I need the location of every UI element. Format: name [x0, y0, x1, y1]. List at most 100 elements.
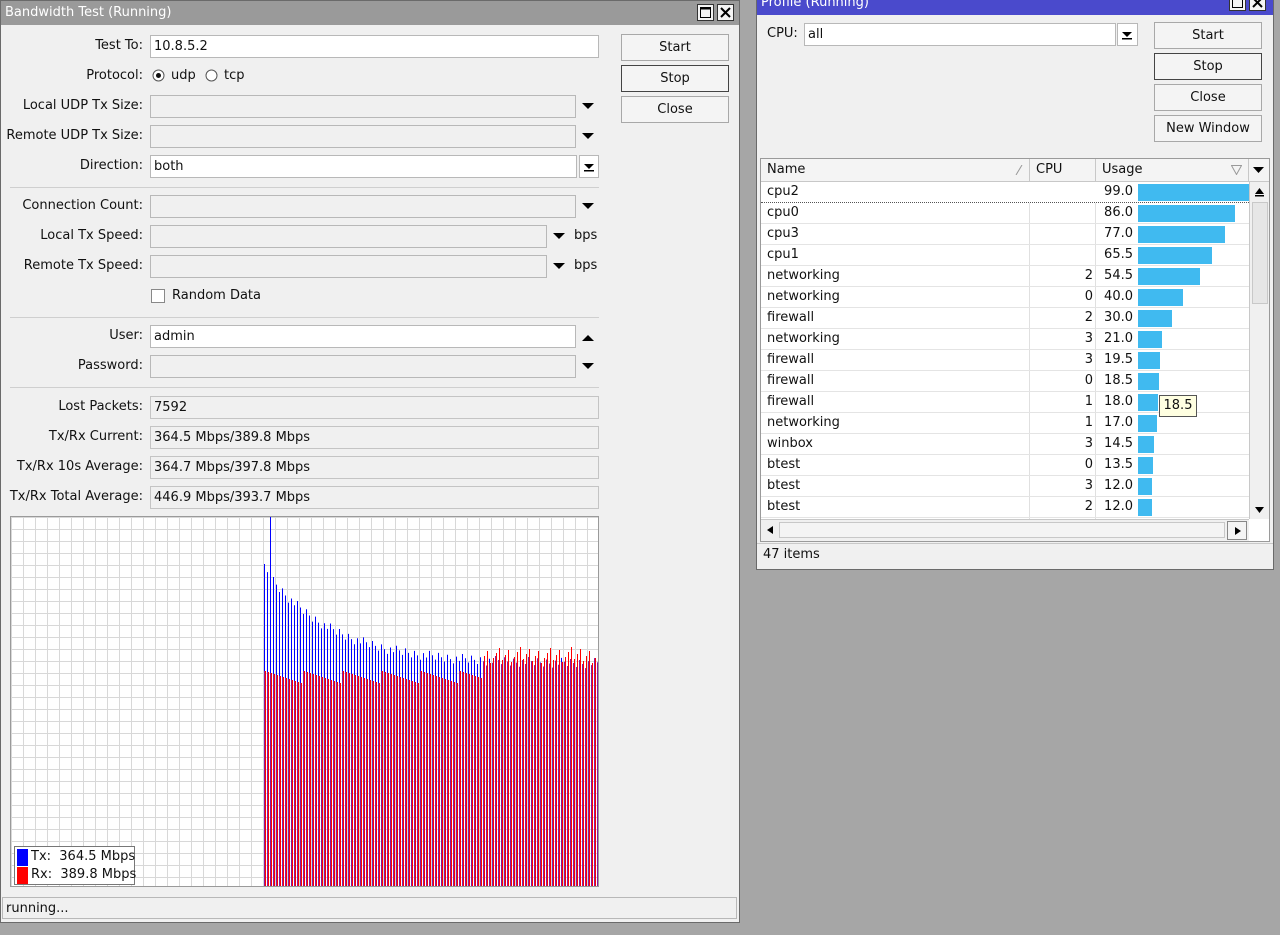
- protocol-udp-label[interactable]: udp: [171, 68, 196, 83]
- profile-start-button[interactable]: Start: [1154, 22, 1262, 49]
- row-name: cpu0: [767, 205, 799, 220]
- direction-dropdown-button[interactable]: [579, 155, 599, 178]
- usage-bar: [1138, 331, 1162, 348]
- table-row[interactable]: btest 3 12.0: [761, 476, 1249, 497]
- user-label: User:: [109, 328, 143, 343]
- row-name: networking: [767, 331, 840, 346]
- scrollbar-thumb[interactable]: [1252, 202, 1268, 304]
- protocol-udp-radio[interactable]: [152, 69, 165, 86]
- row-usage: 65.5: [1104, 247, 1133, 262]
- password-label: Password:: [77, 358, 143, 373]
- row-cpu: 3: [1084, 331, 1093, 346]
- cpu-filter-label: CPU:: [767, 26, 798, 41]
- table-row[interactable]: firewall 0 18.5: [761, 371, 1249, 392]
- column-header-name[interactable]: Name: [761, 159, 1030, 182]
- direction-select[interactable]: both: [150, 155, 577, 178]
- table-row[interactable]: firewall 2 30.0: [761, 308, 1249, 329]
- table-row[interactable]: cpu1 65.5: [761, 245, 1249, 266]
- table-row[interactable]: btest 0 13.5: [761, 455, 1249, 476]
- profile-stop-button[interactable]: Stop: [1154, 53, 1262, 80]
- scroll-right-icon: [1235, 527, 1241, 535]
- row-cpu: 1: [1084, 415, 1093, 430]
- scroll-left-icon[interactable]: [765, 525, 775, 535]
- cpu-filter-select[interactable]: all: [804, 23, 1116, 46]
- bandwidth-title-bar[interactable]: Bandwidth Test (Running): [1, 1, 739, 25]
- remote-udp-tx-size-label: Remote UDP Tx Size:: [6, 128, 143, 143]
- new-window-button[interactable]: New Window: [1154, 115, 1262, 142]
- table-row[interactable]: cpu3 77.0: [761, 224, 1249, 245]
- vertical-scrollbar[interactable]: [1249, 182, 1269, 519]
- remote-udp-tx-size-input[interactable]: [150, 125, 576, 148]
- scroll-up-icon[interactable]: [1254, 186, 1265, 197]
- maximize-icon[interactable]: [1229, 0, 1246, 11]
- local-tx-speed-input[interactable]: [150, 225, 547, 248]
- row-usage: 99.0: [1104, 184, 1133, 199]
- collapse-arrow-icon[interactable]: [580, 330, 596, 346]
- row-usage: 18.5: [1104, 373, 1133, 388]
- random-data-label[interactable]: Random Data: [172, 288, 261, 303]
- usage-bar: [1138, 478, 1152, 495]
- remote-tx-speed-unit: bps: [574, 258, 598, 273]
- table-row[interactable]: networking 3 21.0: [761, 329, 1249, 350]
- row-cpu: 2: [1084, 499, 1093, 514]
- close-icon[interactable]: [717, 4, 734, 21]
- table-row[interactable]: firewall 3 19.5: [761, 350, 1249, 371]
- table-row[interactable]: winbox 3 14.5: [761, 434, 1249, 455]
- row-usage: 12.0: [1104, 499, 1133, 514]
- remote-tx-speed-input[interactable]: [150, 255, 547, 278]
- horizontal-scrollbar[interactable]: [761, 519, 1249, 541]
- dropdown-arrow-icon[interactable]: [580, 199, 596, 215]
- local-udp-tx-size-label: Local UDP Tx Size:: [22, 98, 143, 113]
- stop-button[interactable]: Stop: [621, 65, 729, 92]
- table-row[interactable]: networking 0 40.0: [761, 287, 1249, 308]
- row-name: cpu3: [767, 226, 799, 241]
- user-input[interactable]: admin: [150, 325, 576, 348]
- row-cpu: 2: [1084, 310, 1093, 325]
- row-name: btest: [767, 478, 801, 493]
- password-input[interactable]: [150, 355, 576, 378]
- profile-close-button[interactable]: Close: [1154, 84, 1262, 111]
- protocol-tcp-radio[interactable]: [205, 69, 218, 86]
- close-icon[interactable]: [1249, 0, 1266, 11]
- test-to-input[interactable]: 10.8.5.2: [150, 35, 599, 58]
- scroll-right-button[interactable]: [1227, 521, 1247, 540]
- table-row[interactable]: cpu2 99.0: [761, 182, 1250, 203]
- dropdown-arrow-icon[interactable]: [551, 229, 567, 245]
- table-row[interactable]: networking 2 54.5: [761, 266, 1249, 287]
- row-cpu: 3: [1084, 352, 1093, 367]
- row-name: firewall: [767, 352, 815, 367]
- start-button[interactable]: Start: [621, 34, 729, 61]
- dropdown-arrow-icon[interactable]: [580, 129, 596, 145]
- maximize-icon[interactable]: [697, 4, 714, 21]
- scrollbar-thumb[interactable]: [779, 522, 1225, 538]
- dropdown-arrow-icon[interactable]: [580, 359, 596, 375]
- protocol-label: Protocol:: [86, 68, 143, 83]
- dropdown-arrow-icon[interactable]: [580, 99, 596, 115]
- usage-bar: [1138, 352, 1160, 369]
- scroll-down-icon[interactable]: [1254, 504, 1265, 515]
- row-name: networking: [767, 289, 840, 304]
- table-row[interactable]: cpu0 86.0: [761, 203, 1249, 224]
- row-usage: 17.0: [1104, 415, 1133, 430]
- column-header-usage[interactable]: Usage: [1096, 159, 1249, 182]
- usage-bar: [1138, 457, 1153, 474]
- local-udp-tx-size-input[interactable]: [150, 95, 576, 118]
- protocol-tcp-label[interactable]: tcp: [224, 68, 245, 83]
- txrx-current-value: 364.5 Mbps/389.8 Mbps: [150, 426, 599, 449]
- row-usage: 13.5: [1104, 457, 1133, 472]
- connection-count-input[interactable]: [150, 195, 576, 218]
- txrx-10s-average-value: 364.7 Mbps/397.8 Mbps: [150, 456, 599, 479]
- close-button[interactable]: Close: [621, 96, 729, 123]
- lost-packets-value: 7592: [150, 396, 599, 419]
- dropdown-arrow-icon[interactable]: [551, 259, 567, 275]
- cpu-dropdown-button[interactable]: [1117, 23, 1138, 46]
- profile-title-bar[interactable]: Profile (Running): [757, 0, 1273, 15]
- column-header-cpu[interactable]: CPU: [1030, 159, 1096, 182]
- local-tx-speed-label: Local Tx Speed:: [40, 228, 143, 243]
- usage-bar: [1138, 247, 1212, 264]
- table-row[interactable]: btest 2 12.0: [761, 497, 1249, 518]
- column-chooser-button[interactable]: [1249, 159, 1269, 182]
- txrx-10s-average-label: Tx/Rx 10s Average:: [16, 459, 143, 474]
- row-cpu: 3: [1084, 436, 1093, 451]
- random-data-checkbox[interactable]: [151, 289, 165, 303]
